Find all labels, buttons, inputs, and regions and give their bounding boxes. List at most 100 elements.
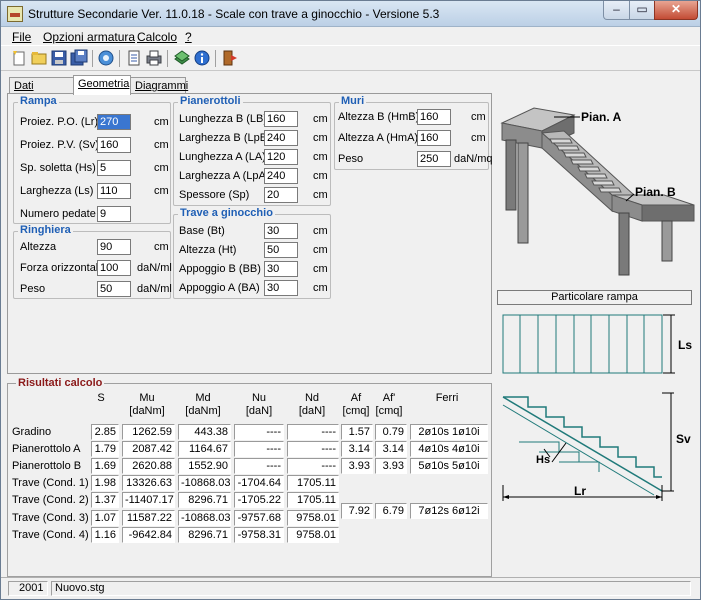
- result-cell: 3.93: [341, 458, 373, 474]
- trave-title: Trave a ginocchio: [178, 207, 275, 219]
- ls-input[interactable]: [97, 183, 131, 199]
- header-unit: [daNm]: [129, 405, 165, 417]
- bb-label: Appoggio B (BB): [179, 263, 261, 275]
- header-label: S: [97, 392, 105, 404]
- result-cell: -1705.22: [234, 492, 284, 508]
- header-label: Nd: [304, 392, 320, 404]
- result-cell: 2620.88: [122, 458, 175, 474]
- header-unit: [cmq]: [342, 405, 370, 417]
- menu-bar: File Opzioni armatura Calcolo ?: [1, 27, 700, 46]
- sv-dim-label: Sv: [676, 432, 691, 446]
- new-icon[interactable]: [10, 49, 28, 67]
- result-cell: 3.14: [375, 441, 407, 457]
- exit-icon[interactable]: [221, 49, 239, 67]
- peso-ringhiera-input[interactable]: [97, 281, 131, 297]
- header-ferri: Ferri: [416, 392, 478, 405]
- close-button[interactable]: ✕: [654, 1, 698, 20]
- tab-label: Geometria: [78, 78, 130, 90]
- tab-dati-generali[interactable]: Dati generali: [9, 77, 74, 104]
- tab-geometria[interactable]: Geometria: [73, 75, 131, 95]
- bt-label: Base (Bt): [179, 225, 225, 237]
- bb-unit: cm: [313, 263, 328, 275]
- menu-opzioni-armatura[interactable]: Opzioni armatura: [43, 30, 135, 44]
- result-cell: 2ø10s 1ø10i: [410, 424, 488, 440]
- maximize-button[interactable]: ▭: [629, 1, 655, 20]
- ba-label: Appoggio A (BA): [179, 282, 260, 294]
- lr-input[interactable]: [97, 114, 131, 130]
- library-icon[interactable]: [173, 49, 191, 67]
- result-cell: 9758.01: [287, 510, 339, 526]
- info-icon[interactable]: [193, 49, 211, 67]
- result-cell: -11407.17: [122, 492, 175, 508]
- lpa-input[interactable]: [264, 168, 298, 184]
- hmb-unit: cm: [471, 111, 486, 123]
- pianerottoli-title: Pianerottoli: [178, 95, 243, 107]
- report-icon[interactable]: [125, 49, 143, 67]
- muri-group: Muri Altezza B (HmB) cm Altezza A (HmA) …: [334, 95, 493, 170]
- result-cell: ----: [287, 424, 339, 440]
- header-nd: Nd [daN]: [287, 392, 337, 418]
- ht-input[interactable]: [264, 242, 298, 258]
- hs-input[interactable]: [97, 160, 131, 176]
- forza-orizzontale-input[interactable]: [97, 260, 131, 276]
- header-af: Af [cmq]: [341, 392, 371, 418]
- menu-help[interactable]: ?: [185, 30, 192, 44]
- hs-unit: cm: [154, 162, 169, 174]
- tab-label: Diagrammi: [135, 80, 189, 92]
- toolbar-separator: [167, 50, 168, 67]
- toolbar-separator: [215, 50, 216, 67]
- la-input[interactable]: [264, 149, 298, 165]
- bb-input[interactable]: [264, 261, 298, 277]
- lb-input[interactable]: [264, 111, 298, 127]
- tab-diagrammi[interactable]: Diagrammi: [130, 77, 189, 94]
- header-unit: [daNm]: [185, 405, 221, 417]
- sp-input[interactable]: [264, 187, 298, 203]
- geometria-panel: Rampa Proiez. P.O. (Lr) cm Proiez. P.V. …: [7, 93, 493, 374]
- peso-muri-label: Peso: [338, 153, 364, 165]
- lpb-label: Larghezza B (LpB): [179, 132, 271, 144]
- ba-input[interactable]: [264, 280, 298, 296]
- header-unit: [cmq]: [375, 405, 403, 417]
- altezza-ringhiera-input[interactable]: [97, 239, 131, 255]
- lpb-unit: cm: [313, 132, 328, 144]
- menu-calcolo[interactable]: Calcolo: [137, 30, 177, 44]
- ls-dim-label: Ls: [678, 338, 692, 352]
- result-cell: -9757.68: [234, 510, 284, 526]
- sv-input[interactable]: [97, 137, 131, 153]
- result-cell: -1704.64: [234, 475, 284, 491]
- lpa-label: Larghezza A (LpA): [179, 170, 270, 182]
- hmb-input[interactable]: [417, 109, 451, 125]
- result-cell: 11587.22: [122, 510, 175, 526]
- row-label: Trave (Cond. 4): [12, 529, 89, 541]
- header-unit: [daN]: [245, 405, 273, 417]
- result-cell: -10868.03: [178, 510, 231, 526]
- save-icon[interactable]: [50, 49, 68, 67]
- print-icon[interactable]: [145, 49, 163, 67]
- result-cell: 1164.67: [178, 441, 231, 457]
- hma-input[interactable]: [417, 130, 451, 146]
- row-label: Gradino: [12, 426, 52, 438]
- bt-input[interactable]: [264, 223, 298, 239]
- menu-file[interactable]: File: [12, 30, 31, 44]
- result-cell: ----: [234, 441, 284, 457]
- minimize-button[interactable]: –: [603, 1, 630, 20]
- toolbar-separator: [92, 50, 93, 67]
- header-label: Af: [350, 392, 362, 404]
- pedate-input[interactable]: [97, 206, 131, 222]
- calculate-icon[interactable]: [97, 49, 115, 67]
- header-s: S: [91, 392, 111, 405]
- results-title: Risultati calcolo: [16, 377, 105, 389]
- peso-muri-unit: daN/mq: [454, 153, 493, 165]
- result-cell: 1.37: [91, 492, 119, 508]
- ringhiera-group: Ringhiera Altezza cm Forza orizzontale d…: [13, 224, 172, 299]
- particolare-rampa-caption: Particolare rampa: [497, 290, 692, 305]
- results-panel: Risultati calcolo S Mu [daNm] Md [daNm] Nu…: [7, 377, 492, 577]
- save-as-icon[interactable]: [70, 49, 88, 67]
- row-label: Trave (Cond. 3): [12, 512, 89, 524]
- peso-muri-input[interactable]: [417, 151, 451, 167]
- lpb-input[interactable]: [264, 130, 298, 146]
- la-label: Lunghezza A (LA): [179, 151, 266, 163]
- open-icon[interactable]: [30, 49, 48, 67]
- muri-title: Muri: [339, 95, 367, 107]
- result-cell: 8296.71: [178, 492, 231, 508]
